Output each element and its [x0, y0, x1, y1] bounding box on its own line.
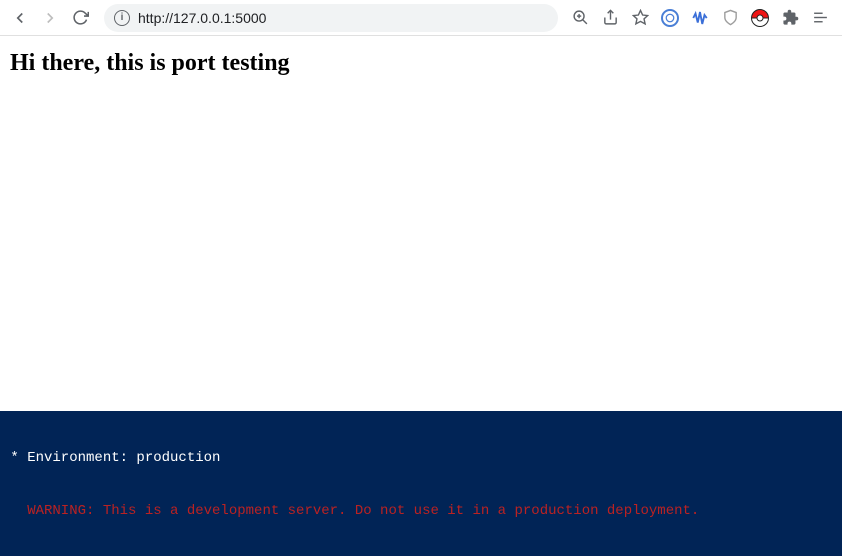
terminal-pane[interactable]: * Environment: production WARNING: This … — [0, 411, 842, 556]
extensions-puzzle-icon[interactable] — [780, 8, 800, 28]
extension-shield-icon[interactable] — [720, 8, 740, 28]
reload-button[interactable] — [68, 6, 92, 30]
back-button[interactable] — [8, 6, 32, 30]
extension-globe-icon[interactable] — [660, 8, 680, 28]
url-text: http://127.0.0.1:5000 — [138, 10, 548, 26]
zoom-icon[interactable] — [570, 8, 590, 28]
share-icon[interactable] — [600, 8, 620, 28]
extension-wave-icon[interactable] — [690, 8, 710, 28]
browser-toolbar: i http://127.0.0.1:5000 — [0, 0, 842, 36]
address-bar[interactable]: i http://127.0.0.1:5000 — [104, 4, 558, 32]
page-content: Hi there, this is port testing — [0, 36, 842, 411]
reading-list-icon[interactable] — [810, 8, 830, 28]
site-info-icon[interactable]: i — [114, 10, 130, 26]
terminal-warning-line: WARNING: This is a development server. D… — [2, 503, 840, 521]
extension-pokeball-icon[interactable] — [750, 8, 770, 28]
forward-button[interactable] — [38, 6, 62, 30]
bookmark-star-icon[interactable] — [630, 8, 650, 28]
page-heading: Hi there, this is port testing — [10, 50, 832, 77]
toolbar-actions — [570, 8, 834, 28]
terminal-line: * Environment: production — [2, 450, 840, 468]
